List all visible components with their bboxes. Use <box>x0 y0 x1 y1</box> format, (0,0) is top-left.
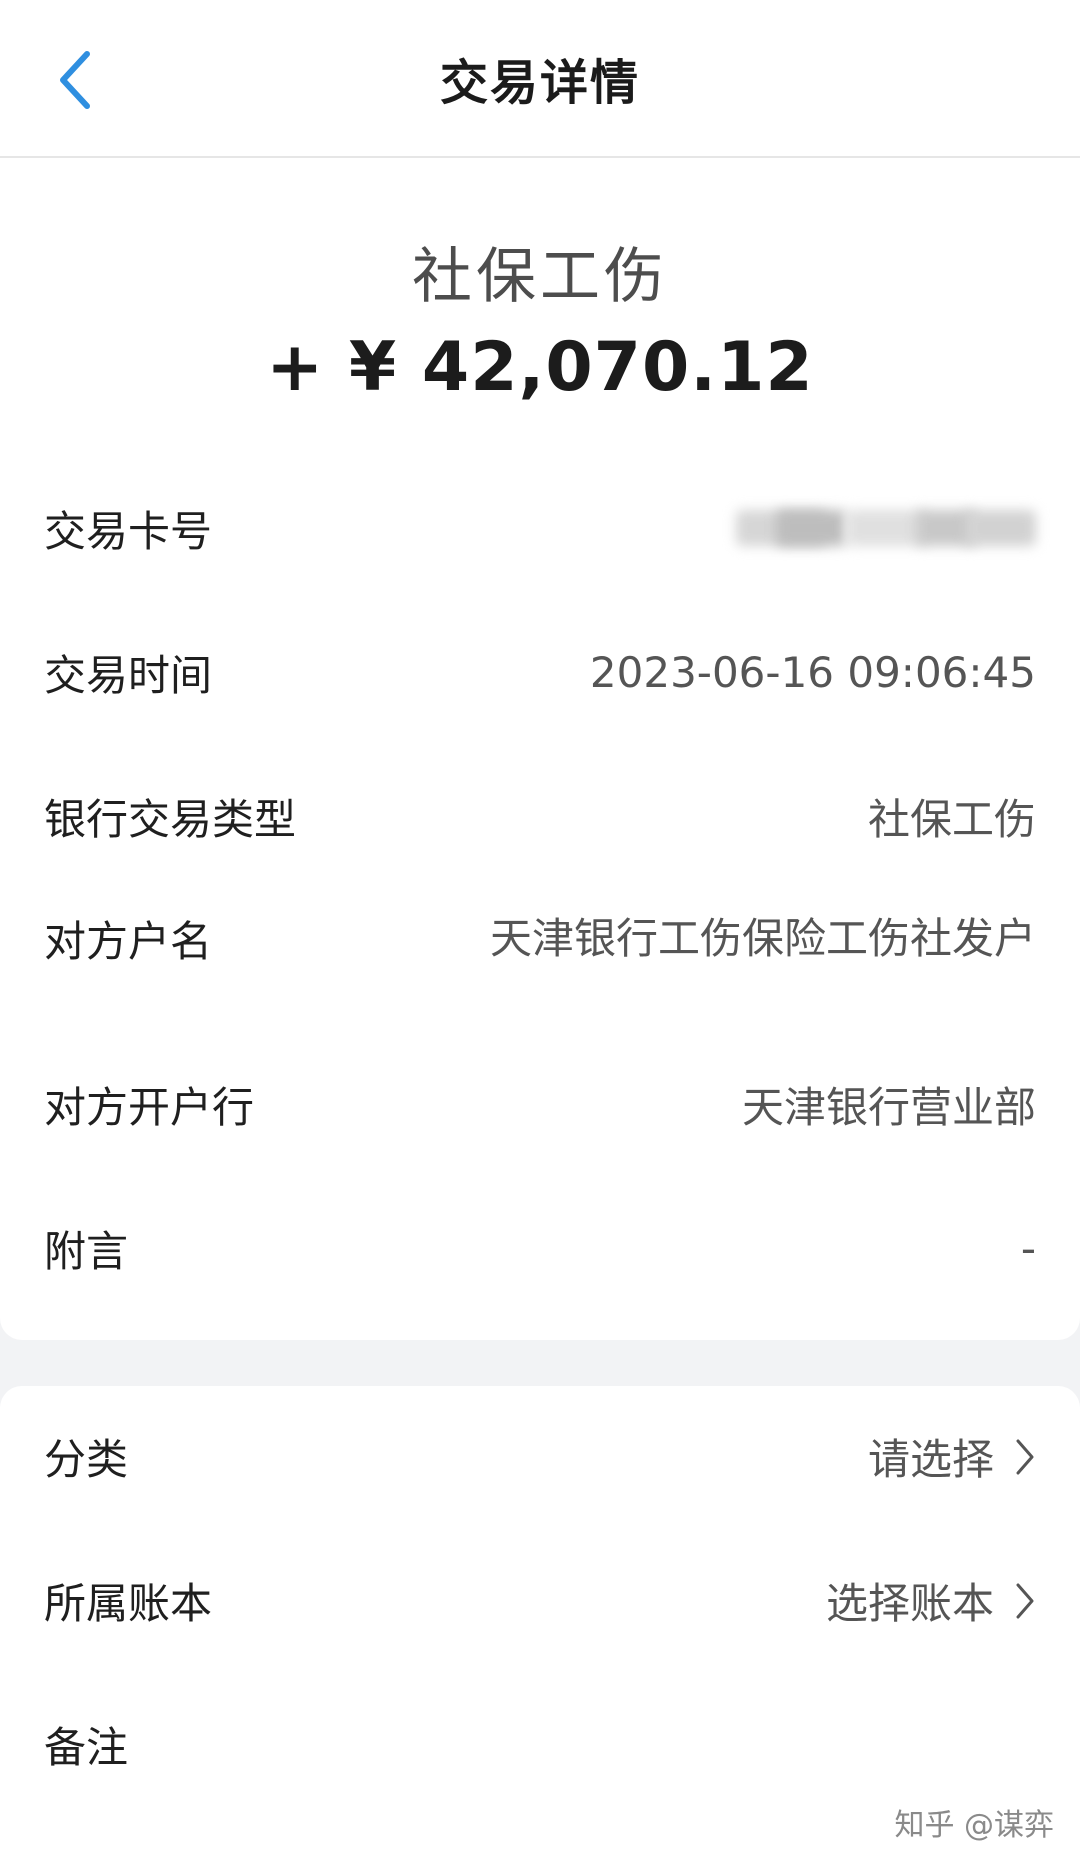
counterparty-bank-row: 对方开户行 天津银行营业部 <box>44 1074 1036 1135</box>
category-label: 分类 <box>44 1435 129 1484</box>
time-label: 交易时间 <box>44 651 213 700</box>
back-button[interactable] <box>40 40 110 120</box>
classification-card: 分类 请选择 所属账本 选择账本 备注 知乎 @谋弈 <box>0 1386 1080 1858</box>
note-label: 备注 <box>44 1723 129 1772</box>
category-value: 请选择 <box>867 1435 994 1484</box>
page-title: 交易详情 <box>439 55 640 111</box>
bank-type-label: 银行交易类型 <box>44 795 297 844</box>
remark-label: 附言 <box>44 1227 129 1276</box>
card-number-label: 交易卡号 <box>44 507 213 556</box>
bank-type-value: 社保工伤 <box>867 795 1036 844</box>
chevron-right-icon <box>1016 1583 1034 1618</box>
transaction-card: 社保工伤 + ¥ 42,070.12 交易卡号 交易时间 2023-06-16 … <box>0 158 1080 1340</box>
chevron-right-icon <box>1016 1439 1034 1474</box>
time-row: 交易时间 2023-06-16 09:06:45 <box>44 642 1036 703</box>
top-bar: 交易详情 <box>0 0 1080 158</box>
masked-card-number <box>736 502 1036 556</box>
chevron-left-icon <box>60 51 90 109</box>
counterparty-bank-label: 对方开户行 <box>44 1083 255 1132</box>
note-row[interactable]: 备注 <box>44 1714 1036 1775</box>
transaction-type: 社保工伤 <box>412 242 668 312</box>
book-selector[interactable]: 选择账本 <box>826 1570 1036 1631</box>
counterparty-label: 对方户名 <box>44 917 213 966</box>
book-value: 选择账本 <box>825 1579 994 1628</box>
card-number-row: 交易卡号 <box>44 498 1036 559</box>
counterparty-bank-value: 天津银行营业部 <box>741 1083 1036 1132</box>
book-row[interactable]: 所属账本 选择账本 <box>44 1570 1036 1631</box>
remark-row: 附言 - <box>44 1218 1036 1279</box>
category-selector[interactable]: 请选择 <box>868 1426 1036 1487</box>
category-row[interactable]: 分类 请选择 <box>44 1426 1036 1487</box>
book-label: 所属账本 <box>44 1579 213 1628</box>
counterparty-row: 对方户名 天津银行工伤保险工伤社发户 <box>44 908 1036 969</box>
remark-value: - <box>1020 1224 1036 1273</box>
transaction-amount: + ¥ 42,070.12 <box>266 328 814 407</box>
bank-type-row: 银行交易类型 社保工伤 <box>44 786 1036 847</box>
watermark: 知乎 @谋弈 <box>894 1808 1054 1843</box>
counterparty-value: 天津银行工伤保险工伤社发户 <box>489 913 1036 963</box>
time-value: 2023-06-16 09:06:45 <box>589 648 1036 697</box>
